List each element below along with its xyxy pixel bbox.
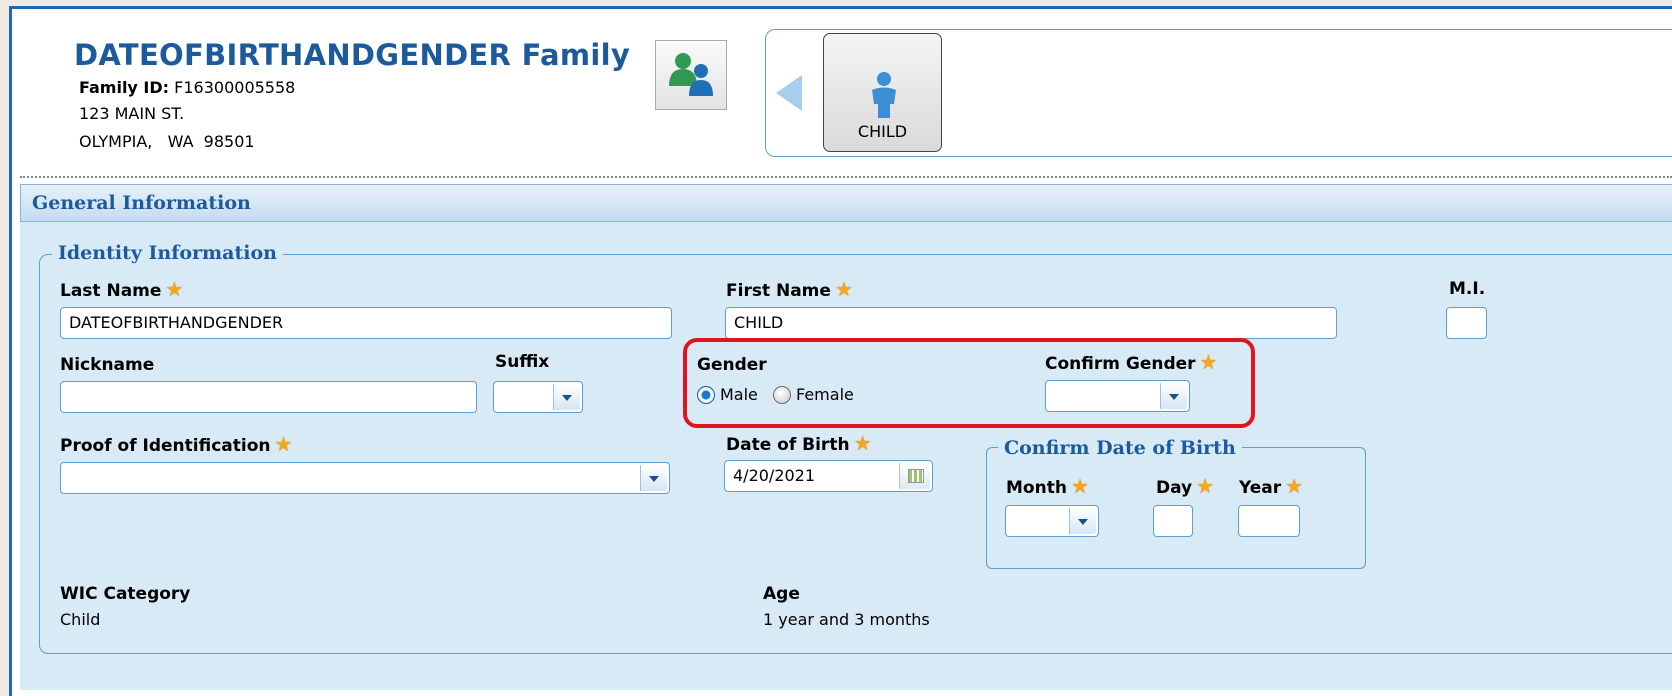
year-label: Year ★ xyxy=(1239,474,1303,498)
calendar-icon[interactable] xyxy=(899,463,930,489)
required-star-icon: ★ xyxy=(165,277,184,301)
family-id-value: F16300005558 xyxy=(174,78,296,97)
member-child-label: CHILD xyxy=(857,122,908,141)
first-name-label-text: First Name xyxy=(726,281,831,301)
dob-input[interactable]: 4/20/2021 xyxy=(724,460,933,492)
age-label: Age xyxy=(763,584,800,604)
confirm-dob-legend: Confirm Date of Birth xyxy=(998,437,1242,459)
address-line2: OLYMPIA, WA 98501 xyxy=(79,132,255,151)
dob-value: 4/20/2021 xyxy=(733,466,816,485)
required-star-icon: ★ xyxy=(1196,474,1215,498)
first-name-label: First Name ★ xyxy=(726,277,853,301)
mi-input[interactable] xyxy=(1446,307,1487,339)
scroll-left-arrow-icon[interactable] xyxy=(776,75,802,111)
mi-label: M.I. xyxy=(1449,279,1486,299)
year-input[interactable] xyxy=(1238,505,1300,537)
required-star-icon: ★ xyxy=(1070,474,1089,498)
month-label: Month ★ xyxy=(1006,474,1089,498)
identity-legend: Identity Information xyxy=(52,242,283,264)
dob-label: Date of Birth ★ xyxy=(726,431,872,455)
dob-label-text: Date of Birth xyxy=(726,435,850,455)
child-person-icon xyxy=(872,72,896,118)
month-select[interactable] xyxy=(1005,505,1099,537)
wic-category-value: Child xyxy=(60,610,101,629)
section-header-bar xyxy=(20,184,1672,222)
last-name-label: Last Name ★ xyxy=(60,277,183,301)
chevron-down-icon[interactable] xyxy=(553,384,580,410)
age-value: 1 year and 3 months xyxy=(763,610,930,629)
section-title: General Information xyxy=(32,192,251,214)
suffix-select[interactable] xyxy=(493,381,583,413)
last-name-label-text: Last Name xyxy=(60,281,162,301)
month-label-text: Month xyxy=(1006,478,1067,498)
nickname-input[interactable] xyxy=(60,381,477,413)
day-label-text: Day xyxy=(1156,478,1193,498)
family-id-line: Family ID: F16300005558 xyxy=(79,78,295,97)
suffix-label: Suffix xyxy=(495,352,550,372)
proof-of-id-label-text: Proof of Identification xyxy=(60,436,271,456)
divider xyxy=(20,176,1672,178)
proof-of-id-select[interactable] xyxy=(60,462,670,494)
address-line1: 123 MAIN ST. xyxy=(79,104,185,123)
chevron-down-icon[interactable] xyxy=(1069,508,1096,534)
family-people-icon xyxy=(669,53,713,96)
first-name-input[interactable]: CHILD xyxy=(725,307,1337,339)
family-id-label: Family ID: xyxy=(79,78,170,97)
required-star-icon: ★ xyxy=(834,277,853,301)
required-star-icon: ★ xyxy=(274,432,293,456)
chevron-down-icon[interactable] xyxy=(640,465,667,491)
nickname-label: Nickname xyxy=(60,355,155,375)
wic-category-label: WIC Category xyxy=(60,584,191,604)
family-members-button[interactable] xyxy=(655,40,727,110)
gender-highlight-box xyxy=(683,338,1255,428)
day-input[interactable] xyxy=(1153,505,1193,537)
required-star-icon: ★ xyxy=(853,431,872,455)
last-name-input[interactable]: DATEOFBIRTHANDGENDER xyxy=(60,307,672,339)
family-title: DATEOFBIRTHANDGENDER Family xyxy=(74,38,631,72)
day-label: Day ★ xyxy=(1156,474,1214,498)
member-child-button[interactable]: CHILD xyxy=(823,33,942,152)
year-label-text: Year xyxy=(1239,478,1282,498)
required-star-icon: ★ xyxy=(1285,474,1304,498)
proof-of-id-label: Proof of Identification ★ xyxy=(60,432,292,456)
